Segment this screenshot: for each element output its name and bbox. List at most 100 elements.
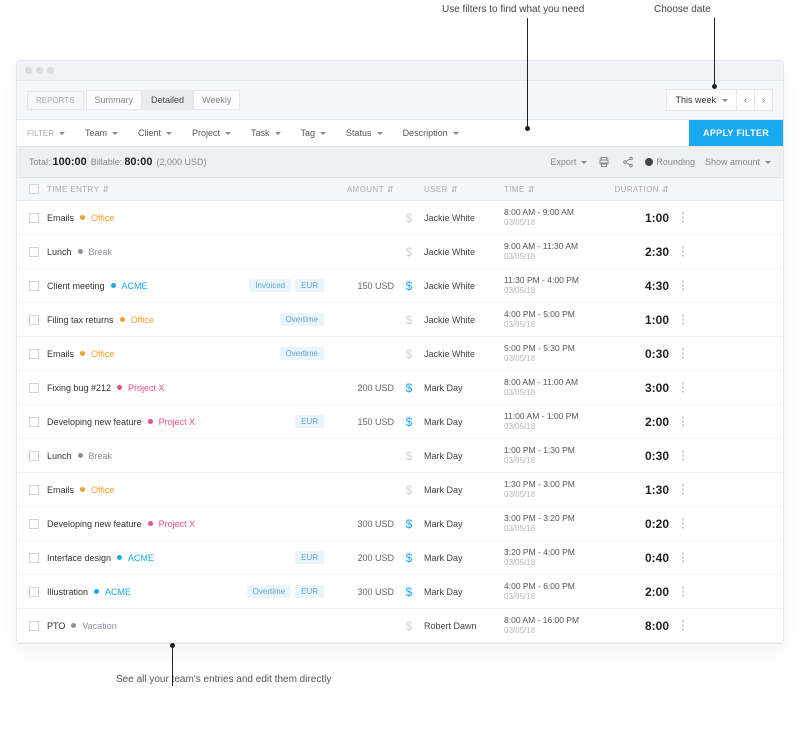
filter-description[interactable]: Description bbox=[393, 120, 469, 146]
dollar-icon[interactable]: $ bbox=[406, 245, 413, 259]
col-amount[interactable]: AMOUNT ⇵ bbox=[324, 185, 394, 194]
dollar-icon[interactable]: $ bbox=[406, 619, 413, 633]
col-duration[interactable]: DURATION ⇵ bbox=[614, 185, 669, 194]
date-range-label[interactable]: This week bbox=[667, 91, 736, 109]
dollar-icon[interactable]: $ bbox=[406, 381, 413, 395]
share-icon[interactable] bbox=[621, 155, 635, 169]
project-label: Project X bbox=[159, 417, 196, 427]
row-checkbox[interactable] bbox=[29, 417, 39, 427]
table-row[interactable]: Interface designACMEEUR200 USD$Mark Day3… bbox=[17, 541, 783, 575]
dollar-icon[interactable]: $ bbox=[406, 585, 413, 599]
table-row[interactable]: EmailsOffice$Mark Day1:30 PM - 3:00 PM03… bbox=[17, 473, 783, 507]
apply-filter-button[interactable]: APPLY FILTER bbox=[689, 120, 783, 146]
table-row[interactable]: Fixing bug #212Project X200 USD$Mark Day… bbox=[17, 371, 783, 405]
project-label: Vacation bbox=[82, 621, 116, 631]
more-icon[interactable] bbox=[677, 518, 689, 529]
dollar-icon[interactable]: $ bbox=[406, 551, 413, 565]
more-icon[interactable] bbox=[677, 280, 689, 291]
entry-description: Filing tax returns bbox=[47, 315, 114, 325]
filter-label: FILTER bbox=[17, 120, 75, 146]
entry-time: 1:00 PM - 1:30 PM03/05/18 bbox=[504, 445, 614, 466]
table-row[interactable]: PTOVacation$Robert Dawn8:00 AM - 16:00 P… bbox=[17, 609, 783, 643]
show-amount-dropdown[interactable]: Show amount bbox=[705, 157, 771, 167]
more-icon[interactable] bbox=[677, 450, 689, 461]
dollar-icon[interactable]: $ bbox=[406, 517, 413, 531]
more-icon[interactable] bbox=[677, 586, 689, 597]
filter-project[interactable]: Project bbox=[182, 120, 241, 146]
entry-amount: 300 USD bbox=[324, 587, 394, 597]
more-icon[interactable] bbox=[677, 348, 689, 359]
row-checkbox[interactable] bbox=[29, 587, 39, 597]
entries-table: EmailsOffice$Jackie White8:00 AM - 9:00 … bbox=[17, 201, 783, 643]
print-icon[interactable] bbox=[597, 155, 611, 169]
table-row[interactable]: Filing tax returnsOfficeOvertime$Jackie … bbox=[17, 303, 783, 337]
date-next-button[interactable]: › bbox=[754, 90, 772, 110]
entry-time: 3:00 PM - 3:20 PM03/05/18 bbox=[504, 513, 614, 534]
more-icon[interactable] bbox=[677, 314, 689, 325]
row-checkbox[interactable] bbox=[29, 519, 39, 529]
export-dropdown[interactable]: Export bbox=[550, 157, 587, 167]
project-dot-icon bbox=[80, 215, 85, 220]
row-checkbox[interactable] bbox=[29, 281, 39, 291]
more-icon[interactable] bbox=[677, 552, 689, 563]
table-row[interactable]: LunchBreak$Mark Day1:00 PM - 1:30 PM03/0… bbox=[17, 439, 783, 473]
row-checkbox[interactable] bbox=[29, 485, 39, 495]
filter-tag[interactable]: Tag bbox=[291, 120, 337, 146]
table-row[interactable]: Client meetingACMEInvoicedEUR150 USD$Jac… bbox=[17, 269, 783, 303]
more-icon[interactable] bbox=[677, 246, 689, 257]
row-checkbox[interactable] bbox=[29, 247, 39, 257]
filter-task[interactable]: Task bbox=[241, 120, 291, 146]
more-icon[interactable] bbox=[677, 484, 689, 495]
tab-detailed[interactable]: Detailed bbox=[142, 90, 193, 110]
more-icon[interactable] bbox=[677, 416, 689, 427]
table-row[interactable]: Developing new featureProject X300 USD$M… bbox=[17, 507, 783, 541]
dollar-icon[interactable]: $ bbox=[406, 449, 413, 463]
more-icon[interactable] bbox=[677, 212, 689, 223]
row-checkbox[interactable] bbox=[29, 213, 39, 223]
filter-client[interactable]: Client bbox=[128, 120, 182, 146]
row-checkbox[interactable] bbox=[29, 553, 39, 563]
table-row[interactable]: Developing new featureProject XEUR150 US… bbox=[17, 405, 783, 439]
rounding-toggle[interactable]: Rounding bbox=[645, 157, 695, 167]
row-checkbox[interactable] bbox=[29, 621, 39, 631]
row-checkbox[interactable] bbox=[29, 383, 39, 393]
dollar-icon[interactable]: $ bbox=[406, 415, 413, 429]
col-time-entry[interactable]: TIME ENTRY ⇵ bbox=[47, 185, 232, 194]
dollar-icon[interactable]: $ bbox=[406, 483, 413, 497]
col-time[interactable]: TIME ⇵ bbox=[504, 185, 614, 194]
row-checkbox[interactable] bbox=[29, 315, 39, 325]
entry-duration: 3:00 bbox=[614, 381, 669, 395]
chevron-down-icon bbox=[722, 99, 728, 102]
date-prev-button[interactable]: ‹ bbox=[736, 90, 754, 110]
dollar-icon[interactable]: $ bbox=[406, 211, 413, 225]
annotation-filters: Use filters to find what you need bbox=[442, 4, 584, 15]
project-dot-icon bbox=[148, 419, 153, 424]
dollar-icon[interactable]: $ bbox=[406, 347, 413, 361]
more-icon[interactable] bbox=[677, 382, 689, 393]
dollar-icon[interactable]: $ bbox=[406, 313, 413, 327]
entry-duration: 0:30 bbox=[614, 449, 669, 463]
project-label: Break bbox=[89, 451, 113, 461]
more-icon[interactable] bbox=[677, 620, 689, 631]
row-checkbox[interactable] bbox=[29, 349, 39, 359]
date-range-picker[interactable]: This week ‹ › bbox=[666, 89, 773, 111]
table-row[interactable]: EmailsOfficeOvertime$Jackie White5:00 PM… bbox=[17, 337, 783, 371]
filter-status[interactable]: Status bbox=[336, 120, 393, 146]
chevron-down-icon bbox=[59, 132, 65, 135]
entry-user: Mark Day bbox=[424, 485, 504, 495]
dollar-icon[interactable]: $ bbox=[406, 279, 413, 293]
tab-summary[interactable]: Summary bbox=[86, 90, 143, 110]
row-checkbox[interactable] bbox=[29, 451, 39, 461]
table-row[interactable]: IllustrationACMEOvertimeEUR300 USD$Mark … bbox=[17, 575, 783, 609]
entry-user: Mark Day bbox=[424, 417, 504, 427]
entry-amount: 200 USD bbox=[324, 553, 394, 563]
entry-duration: 2:00 bbox=[614, 585, 669, 599]
col-user[interactable]: USER ⇵ bbox=[424, 185, 504, 194]
tab-weekly[interactable]: Weekly bbox=[193, 90, 240, 110]
filter-team[interactable]: Team bbox=[75, 120, 128, 146]
table-row[interactable]: LunchBreak$Jackie White9:00 AM - 11:30 A… bbox=[17, 235, 783, 269]
entry-time: 1:30 PM - 3:00 PM03/05/18 bbox=[504, 479, 614, 500]
badge-eur: EUR bbox=[295, 279, 324, 292]
table-row[interactable]: EmailsOffice$Jackie White8:00 AM - 9:00 … bbox=[17, 201, 783, 235]
select-all-checkbox[interactable] bbox=[29, 184, 39, 194]
